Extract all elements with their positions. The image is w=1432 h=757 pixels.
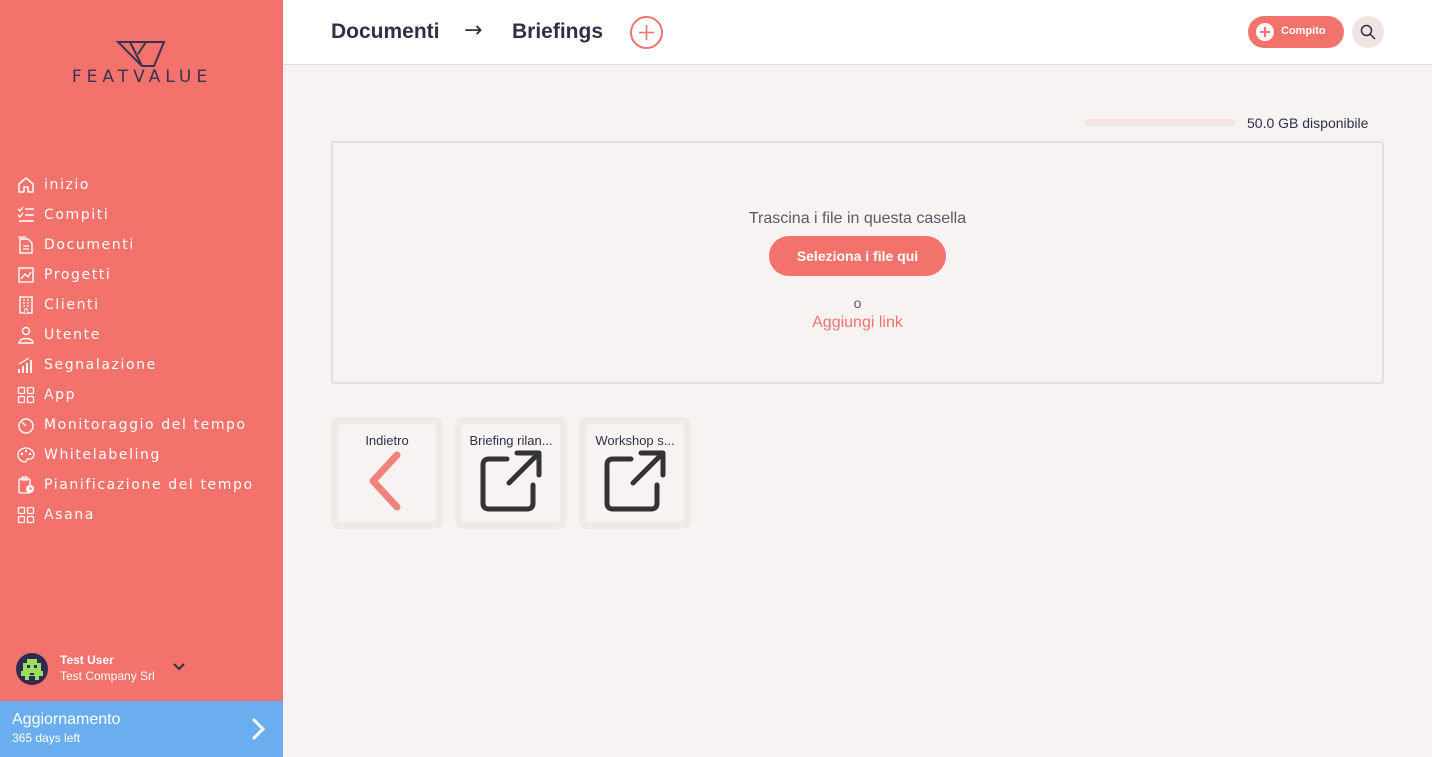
sidebar: FEATVALUE inizio Compiti Documenti Proge… [0,0,283,757]
sidebar-item-label: App [44,387,77,403]
sidebar-item-label: Documenti [44,237,135,253]
chevron-left-icon [369,451,401,511]
breadcrumb-documenti[interactable]: Documenti [331,20,440,44]
documents-icon [17,236,35,254]
sidebar-item-label: Asana [44,507,95,523]
chevron-right-icon [252,718,266,740]
logo-mark-icon [116,41,166,67]
apps-icon [17,506,35,524]
home-icon [17,176,35,194]
external-link-icon [480,450,542,512]
sidebar-item-progetti[interactable]: Progetti [17,260,254,290]
upgrade-banner[interactable]: Aggiornamento 365 days left [0,701,283,757]
sidebar-item-clienti[interactable]: Clienti [17,290,254,320]
reporting-icon [17,356,35,374]
timer-icon [17,416,35,434]
tasks-icon [17,206,35,224]
search-button[interactable] [1352,16,1384,48]
top-header: Documenti → Briefings Compito [283,0,1432,65]
tile-label: Briefing rilan... [469,433,553,448]
sidebar-item-label: Segnalazione [44,357,157,373]
sidebar-item-label: Pianificazione del tempo [44,477,254,493]
storage-progress-bar [1085,119,1235,126]
sidebar-item-label: Monitoraggio del tempo [44,417,247,433]
palette-icon [17,446,35,464]
clients-icon [17,296,35,314]
upgrade-title: Aggiornamento [12,711,121,728]
search-icon [1360,24,1376,40]
storage-available-text: 50.0 GB disponibile [1247,115,1369,131]
add-link-button[interactable]: Aggiungi link [333,314,1382,332]
user-company: Test Company Srl [60,669,155,683]
sidebar-item-utente[interactable]: Utente [17,320,254,350]
plus-icon [1256,23,1274,41]
sidebar-item-compiti[interactable]: Compiti [17,200,254,230]
apps-icon [17,386,35,404]
sidebar-item-app[interactable]: App [17,380,254,410]
file-dropzone[interactable]: Trascina i file in questa casella Selezi… [331,141,1384,384]
breadcrumb-briefings: Briefings [512,20,604,43]
projects-icon [17,266,35,284]
or-separator: o [853,295,862,311]
user-menu[interactable]: Test User Test Company Srl [16,652,266,688]
sidebar-item-documenti[interactable]: Documenti [17,230,254,260]
external-link-icon [604,450,666,512]
sidebar-item-label: Progetti [44,267,112,283]
add-task-label: Compito [1281,25,1326,37]
schedule-icon [17,476,35,494]
sidebar-nav: inizio Compiti Documenti Progetti Client… [17,170,254,530]
add-folder-button[interactable] [630,16,663,49]
file-tile[interactable]: Workshop s... [579,417,691,529]
sidebar-item-monitoraggio[interactable]: Monitoraggio del tempo [17,410,254,440]
tile-label: Workshop s... [595,433,675,448]
sidebar-item-label: inizio [44,177,91,193]
sidebar-item-label: Whitelabeling [44,447,162,463]
sidebar-item-pianificazione[interactable]: Pianificazione del tempo [17,470,254,500]
user-icon [17,326,35,344]
plus-icon [639,25,654,40]
sidebar-item-inizio[interactable]: inizio [17,170,254,200]
sidebar-item-label: Utente [44,327,101,343]
avatar [16,653,48,685]
sidebar-item-label: Compiti [44,207,110,223]
back-tile[interactable]: Indietro [331,417,443,529]
add-task-button[interactable]: Compito [1248,16,1344,48]
tile-label: Indietro [365,433,409,448]
user-name: Test User [60,653,114,667]
sidebar-item-asana[interactable]: Asana [17,500,254,530]
logo-text: FEATVALUE [71,67,213,87]
chevron-down-icon[interactable] [172,660,186,674]
file-tile[interactable]: Briefing rilan... [455,417,567,529]
breadcrumb-separator: → [464,18,483,43]
dropzone-instruction: Trascina i file in questa casella [748,210,967,227]
select-files-button[interactable]: Seleziona i file qui [769,236,946,276]
sidebar-item-whitelabeling[interactable]: Whitelabeling [17,440,254,470]
upgrade-days-left: 365 days left [12,731,81,745]
featvalue-logo[interactable]: FEATVALUE [56,40,228,90]
sidebar-item-label: Clienti [44,297,100,313]
sidebar-item-segnalazione[interactable]: Segnalazione [17,350,254,380]
